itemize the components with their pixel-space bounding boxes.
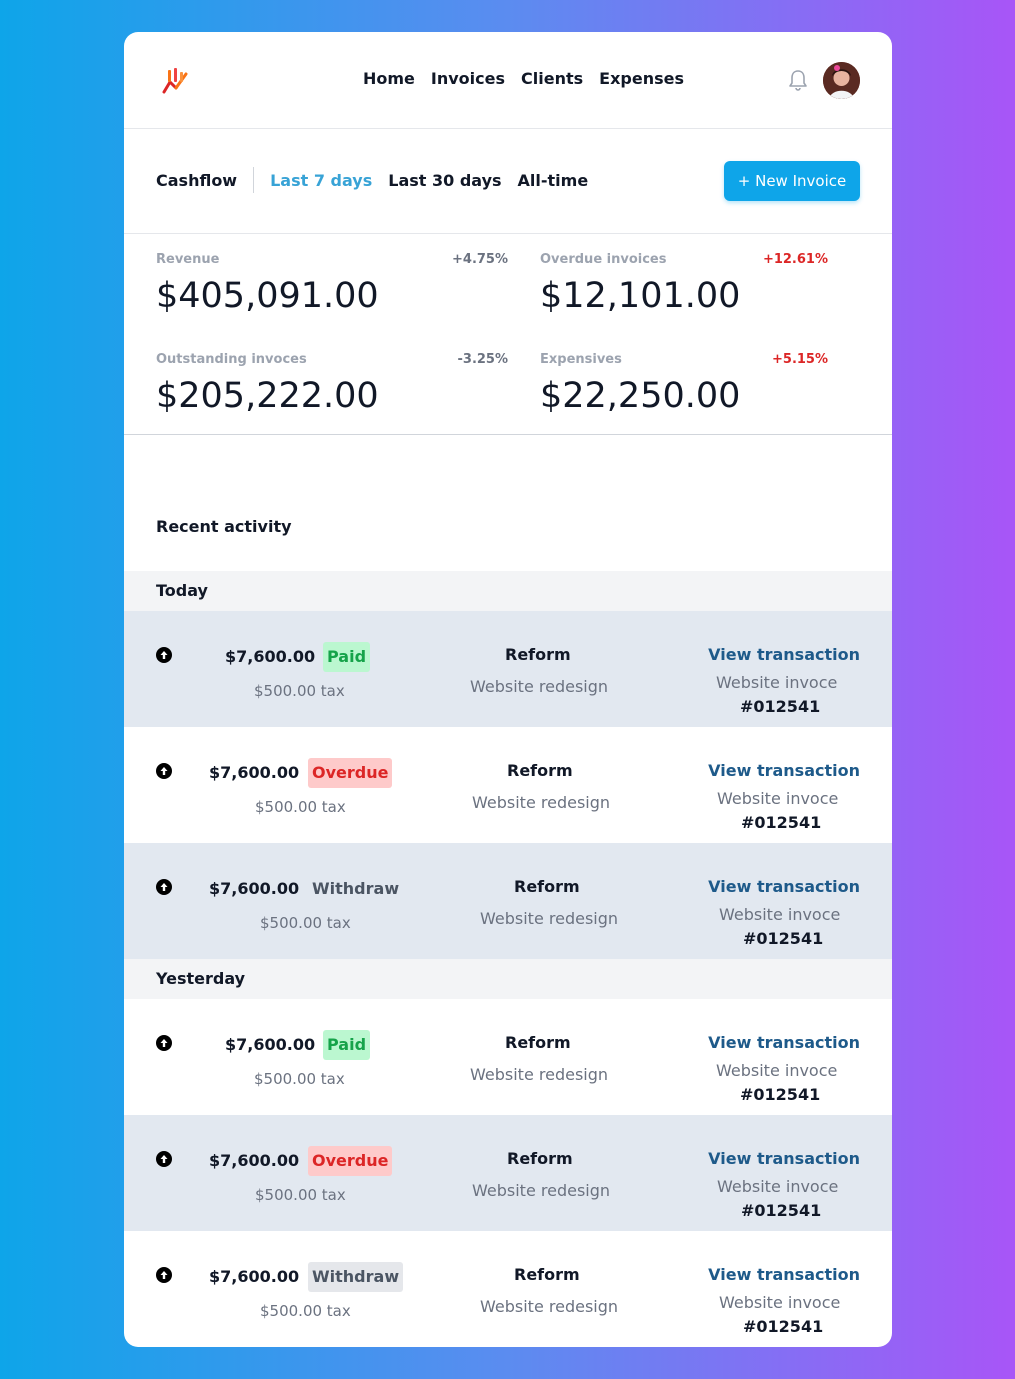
invoice-label: Website invoce [716,673,838,692]
nav-clients[interactable]: Clients [521,69,583,88]
invoice-label: Website invoce [717,1177,839,1196]
view-transaction-link[interactable]: View transaction [708,877,860,896]
client-name: Reform [507,761,573,780]
arrow-up-circle-icon [156,1267,172,1283]
arrow-up-circle-icon [156,1151,172,1167]
client-name: Reform [514,1265,580,1284]
project-name: Website redesign [472,1181,611,1200]
arrow-up-circle-icon [156,879,172,895]
avatar-image [823,62,860,99]
new-invoice-button[interactable]: + New Invoice [724,161,860,201]
stat-value: $22,250.00 [540,376,741,416]
arrow-up-circle-icon [156,763,172,779]
bell-icon[interactable] [788,69,808,91]
filter-divider [253,167,255,193]
activity-row: $7,600.00 Withdraw $500.00 tax Reform Websit… [124,1231,892,1347]
invoice-label: Website invoce [719,1293,841,1312]
view-transaction-link[interactable]: View transaction [708,1265,860,1284]
stat-delta: +4.75% [452,252,508,267]
stat-label: Revenue [156,252,220,267]
amount-value: $7,600.00 [225,1035,316,1054]
invoice-label: Website invoce [716,1061,838,1080]
amount-value: $7,600.00 [209,1267,300,1286]
client-name: Reform [505,1033,571,1052]
date-filters: Cashflow Last 7 days Last 30 days All-ti… [156,167,588,193]
user-avatar[interactable] [823,62,860,99]
project-name: Website redesign [480,1297,619,1316]
view-transaction-link[interactable]: View transaction [708,645,860,664]
invoice-label: Website invoce [717,789,839,808]
amount-value: $7,600.00 [209,879,300,898]
stat-label: Overdue invoices [540,252,667,267]
filter-all-time[interactable]: All-time [518,171,589,190]
project-name: Website redesign [472,793,611,812]
client-name: Reform [505,645,571,664]
status-badge: Paid [323,642,371,672]
status-badge: Paid [323,1030,371,1060]
invoice-number: #012541 [740,1085,821,1104]
stat-delta: -3.25% [457,352,509,367]
activity-row: $7,600.00 Withdraw $500.00 tax Reform Websit… [124,843,892,959]
project-name: Website redesign [480,909,619,928]
amount-value: $7,600.00 [209,763,300,782]
activity-row: $7,600.00 Paid $500.00 tax Reform Website re… [124,611,892,727]
cashflow-label: Cashflow [156,170,238,190]
group-header-label: Yesterday [156,969,246,988]
logo-icon[interactable] [160,66,192,94]
stats-panel: Revenue +4.75% $405,091.00 Overdue invoi… [124,234,892,435]
invoice-number: #012541 [740,697,821,716]
tax-amount: $500.00 tax [260,1302,351,1320]
stat-label: Expensives [540,352,622,367]
arrow-up-circle-icon [156,1035,172,1051]
activity-row: $7,600.00 Paid $500.00 tax Reform Website re… [124,999,892,1115]
activity-row: $7,600.00 Overdue $500.00 tax Reform Website… [124,1115,892,1231]
stat-delta: +5.15% [772,352,828,367]
top-navbar: Home Invoices Clients Expenses [124,32,892,129]
project-name: Website redesign [470,1065,609,1084]
invoice-number: #012541 [743,929,824,948]
nav-expenses[interactable]: Expenses [599,69,684,88]
client-name: Reform [514,877,580,896]
nav-invoices[interactable]: Invoices [431,69,505,88]
arrow-up-circle-icon [156,647,172,663]
view-transaction-link[interactable]: View transaction [708,1149,860,1168]
dashboard-card: Home Invoices Clients Expenses Cashflow … [124,32,892,1347]
nav-home[interactable]: Home [363,69,415,88]
tax-amount: $500.00 tax [255,1186,346,1204]
filter-last-7-days[interactable]: Last 7 days [270,171,372,190]
stat-value: $205,222.00 [156,376,379,416]
main-nav: Home Invoices Clients Expenses [363,69,684,88]
view-transaction-link[interactable]: View transaction [708,1033,860,1052]
group-header-label: Today [156,581,208,600]
stat-value: $405,091.00 [156,276,379,316]
group-header: Today [124,571,892,611]
invoice-number: #012541 [741,1201,822,1220]
stat-value: $12,101.00 [540,276,741,316]
stat-label: Outstanding invoces [156,352,307,367]
filter-bar: Cashflow Last 7 days Last 30 days All-ti… [124,129,892,234]
filter-last-30-days[interactable]: Last 30 days [388,171,501,190]
tax-amount: $500.00 tax [260,914,351,932]
view-transaction-link[interactable]: View transaction [708,761,860,780]
invoice-number: #012541 [741,813,822,832]
amount-value: $7,600.00 [209,1151,300,1170]
group-header: Yesterday [124,959,892,999]
tax-amount: $500.00 tax [255,798,346,816]
activity-row: $7,600.00 Overdue $500.00 tax Reform Website… [124,727,892,843]
recent-activity-title: Recent activity [156,517,292,536]
client-name: Reform [507,1149,573,1168]
status-badge: Overdue [308,1146,393,1176]
tax-amount: $500.00 tax [254,682,345,700]
status-badge: Overdue [308,758,393,788]
status-badge: Withdraw [312,879,400,898]
amount-value: $7,600.00 [225,647,316,666]
project-name: Website redesign [470,677,609,696]
invoice-label: Website invoce [719,905,841,924]
invoice-number: #012541 [743,1317,824,1336]
stat-delta: +12.61% [762,252,828,267]
tax-amount: $500.00 tax [254,1070,345,1088]
status-badge: Withdraw [308,1262,404,1292]
